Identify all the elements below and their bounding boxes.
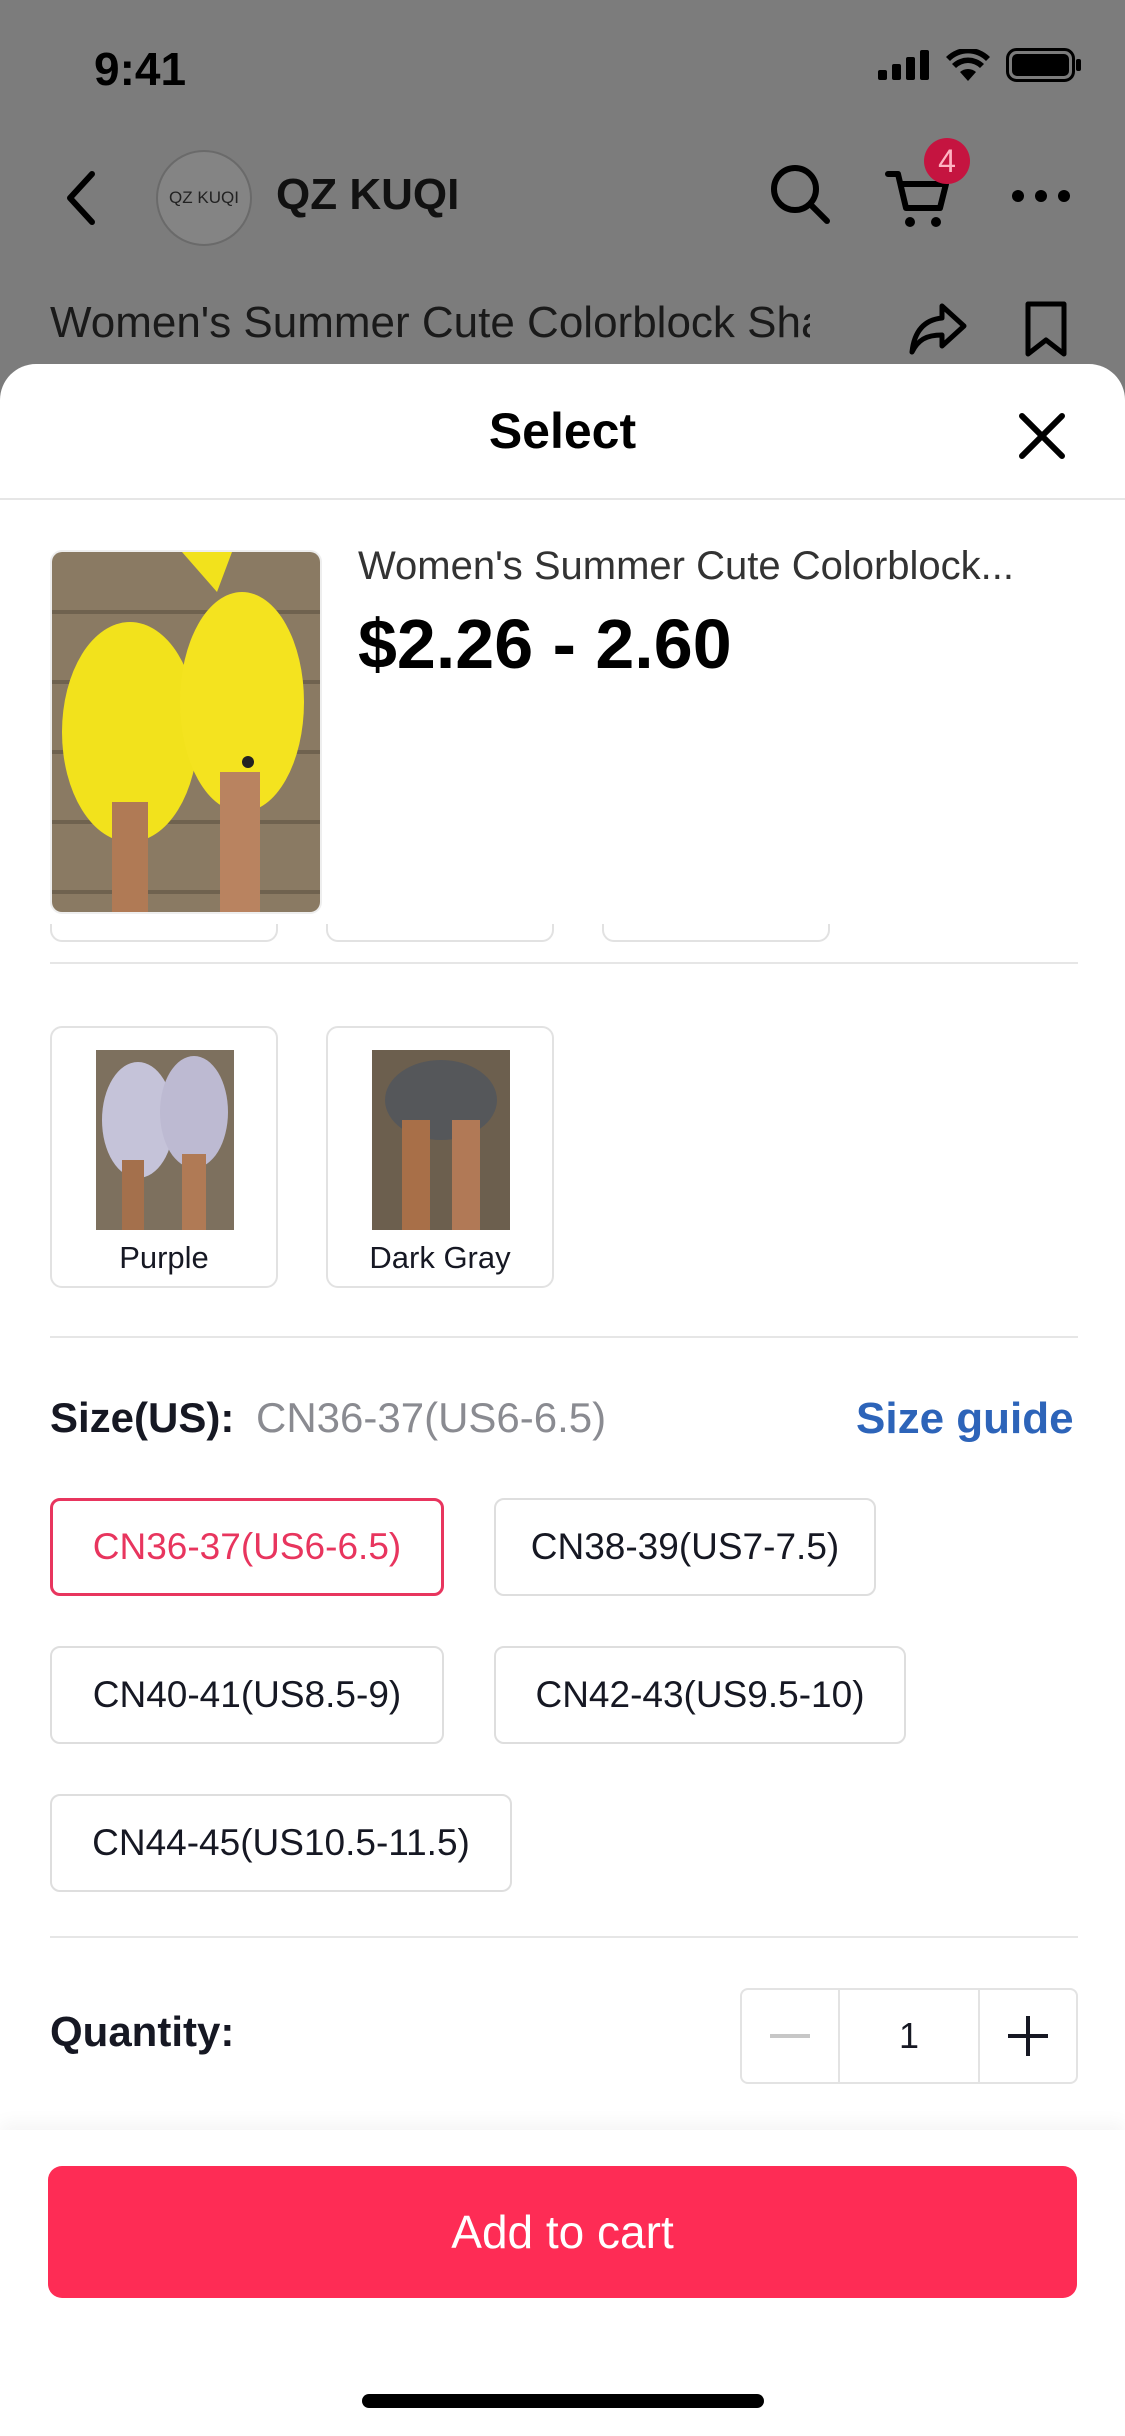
decrease-button[interactable] (742, 1990, 838, 2082)
status-time: 9:41 (94, 43, 187, 95)
product-price: $2.26 - 2.60 (358, 605, 732, 683)
variant-card-dark-gray[interactable]: Dark Gray (326, 1026, 554, 1288)
product-thumbnail (50, 550, 322, 914)
quantity-label: Quantity: (50, 2008, 235, 2055)
variant-divider (50, 1336, 1078, 1338)
size-guide-link[interactable]: Size guide (856, 1394, 1074, 1444)
header-divider (0, 498, 1125, 500)
background-product-title: Women's Summer Cute Colorblock Shark Des… (50, 298, 810, 347)
back-icon[interactable] (60, 168, 100, 228)
share-icon[interactable] (908, 302, 968, 356)
more-icon[interactable] (1010, 188, 1072, 204)
size-option-cn38-39[interactable]: CN38-39(US7-7.5) (494, 1498, 876, 1596)
home-indicator (362, 2394, 764, 2408)
select-sheet: Select Women's Summer Cute Colorblock...… (0, 364, 1125, 2436)
size-selected-value: CN36-37(US6-6.5) (256, 1394, 607, 1441)
thumbnail-divider (50, 962, 1078, 964)
variant-card-partial[interactable] (602, 924, 830, 942)
add-to-cart-button[interactable]: Add to cart (48, 2166, 1077, 2298)
shop-logo[interactable]: QZ KUQI (156, 150, 252, 246)
close-icon[interactable] (1012, 406, 1072, 466)
minus-icon (770, 2034, 810, 2038)
variant-card-partial[interactable] (50, 924, 278, 942)
size-option-cn36-37[interactable]: CN36-37(US6-6.5) (50, 1498, 444, 1596)
variant-image (372, 1050, 510, 1230)
quantity-stepper: 1 (740, 1988, 1078, 2084)
variant-card-purple[interactable]: Purple (50, 1026, 278, 1288)
cart-count-badge: 4 (924, 138, 970, 184)
size-label: Size(US): (50, 1394, 235, 1441)
quantity-value[interactable]: 1 (838, 1990, 980, 2082)
product-name: Women's Summer Cute Colorblock... (358, 544, 1014, 588)
variant-image (96, 1050, 234, 1230)
search-icon[interactable] (768, 162, 832, 226)
sheet-title: Select (488, 403, 637, 459)
variant-card-partial[interactable] (326, 924, 554, 942)
size-divider (50, 1936, 1078, 1938)
background-page: 9:41 QZ KUQI QZ KUQI 4 Women's Summer Cu… (0, 0, 1125, 380)
size-option-cn42-43[interactable]: CN42-43(US9.5-10) (494, 1646, 906, 1744)
battery-icon (1006, 48, 1081, 82)
signal-icon (878, 50, 929, 80)
status-icons (878, 48, 1082, 82)
variant-label: Dark Gray (369, 1240, 511, 1275)
bookmark-icon[interactable] (1024, 300, 1068, 358)
size-option-cn40-41[interactable]: CN40-41(US8.5-9) (50, 1646, 444, 1744)
size-option-cn44-45[interactable]: CN44-45(US10.5-11.5) (50, 1794, 512, 1892)
shop-name[interactable]: QZ KUQI (276, 170, 459, 220)
wifi-icon (946, 49, 990, 81)
variant-label: Purple (119, 1240, 209, 1275)
plus-icon (1008, 2016, 1048, 2056)
product-image (52, 552, 320, 912)
increase-button[interactable] (980, 1990, 1076, 2082)
